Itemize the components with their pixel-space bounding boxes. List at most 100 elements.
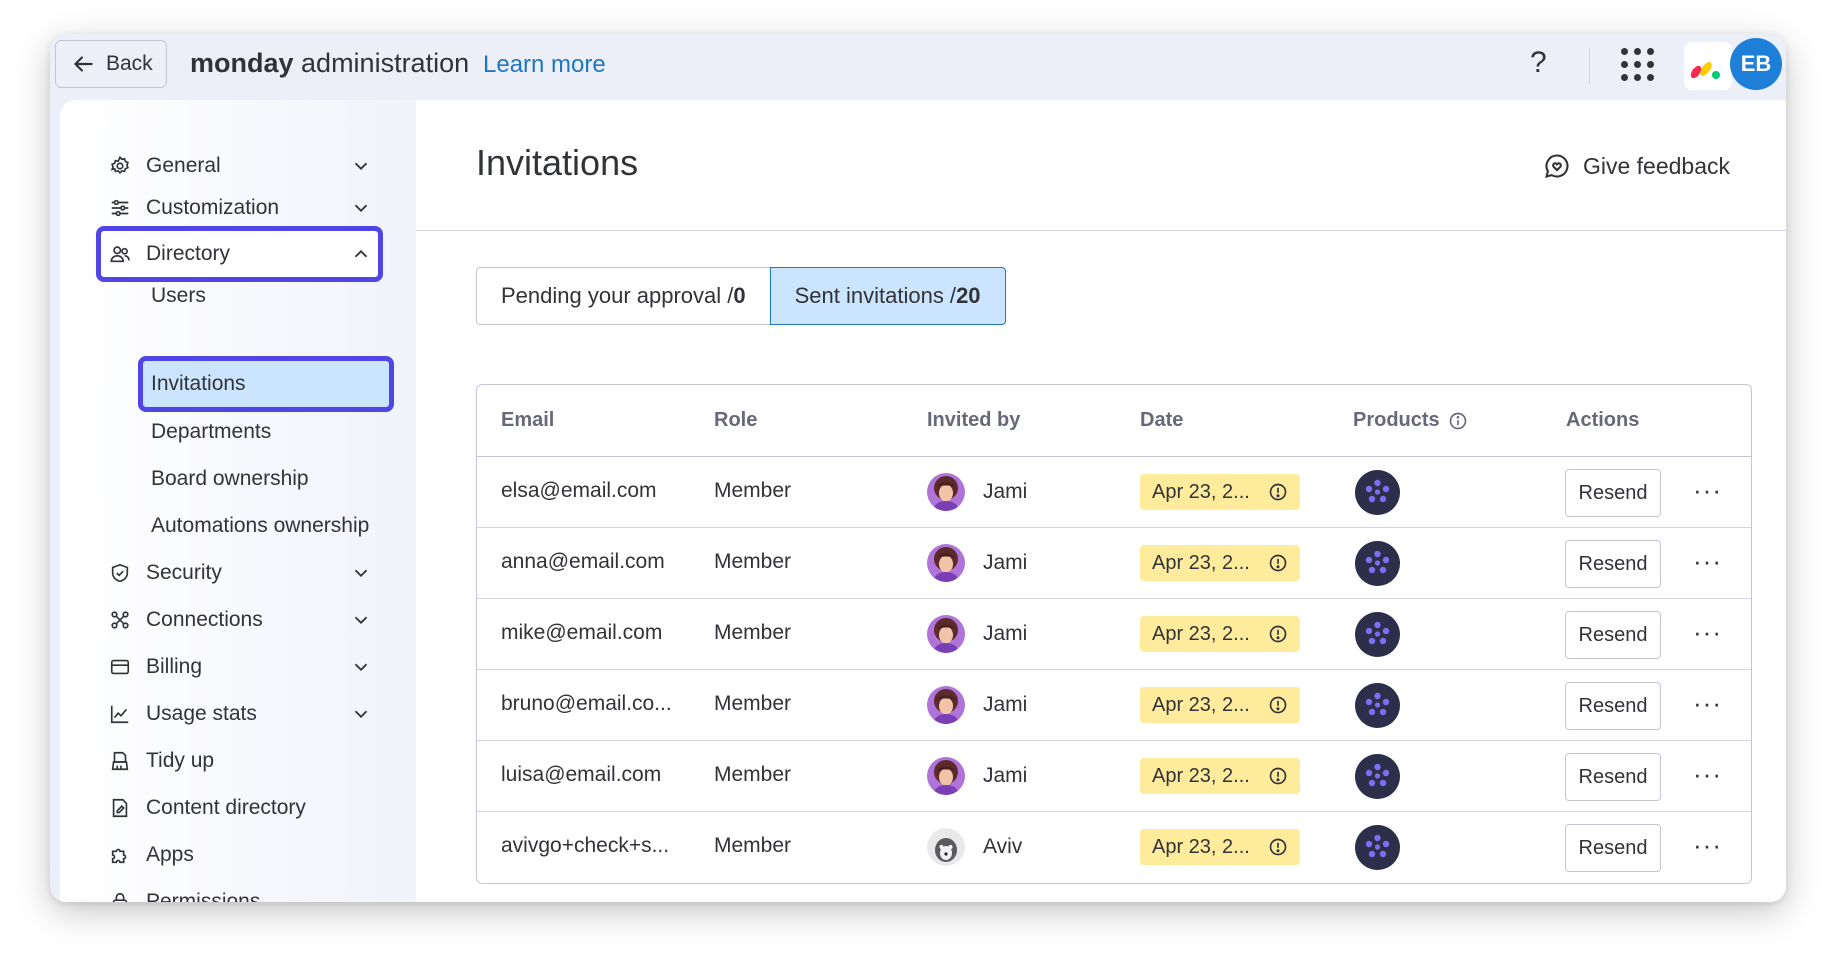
date-badge[interactable]: Apr 23, 2... — [1140, 474, 1300, 510]
more-actions-icon[interactable]: ··· — [1693, 546, 1722, 577]
chevron-up-icon[interactable] — [350, 243, 372, 265]
table-row: bruno@email.co... Member Jami Apr 23, 2.… — [477, 670, 1751, 741]
more-actions-icon[interactable]: ··· — [1693, 475, 1722, 506]
tab-pending-approval[interactable]: Pending your approval /0 — [476, 267, 770, 325]
date-badge[interactable]: Apr 23, 2... — [1140, 687, 1300, 723]
role-cell[interactable]: Member — [714, 692, 791, 716]
avatar[interactable] — [927, 828, 965, 866]
role-cell[interactable]: Member — [714, 621, 791, 645]
chevron-down-icon[interactable] — [350, 562, 372, 584]
help-icon[interactable]: ? — [1530, 46, 1547, 80]
arrow-left-icon — [74, 56, 93, 72]
column-header-products[interactable]: Products — [1353, 409, 1468, 432]
invited-by-cell: Jami — [927, 615, 1027, 653]
inviter-name: Jami — [983, 764, 1028, 787]
product-icon — [1355, 612, 1400, 657]
table-header: Email Role Invited by Date Products Acti… — [477, 385, 1751, 457]
table-row: avivgo+check+s... Member Aviv Apr 23, 2.… — [477, 812, 1751, 883]
apps-grid-icon[interactable] — [1621, 48, 1655, 82]
column-header-invited-by[interactable]: Invited by — [927, 409, 1020, 432]
sidebar-item-usage-stats[interactable]: Usage stats — [108, 696, 257, 732]
chevron-down-icon[interactable] — [350, 703, 372, 725]
warning-circle-icon — [1269, 838, 1287, 856]
sidebar-subitem-automations-ownership[interactable]: Automations ownership — [151, 508, 369, 544]
people-icon — [108, 242, 132, 266]
more-actions-icon[interactable]: ··· — [1693, 617, 1722, 648]
sidebar-item-tidy-up[interactable]: Tidy up — [108, 743, 214, 779]
chevron-down-icon[interactable] — [350, 155, 372, 177]
top-bar: Back monday administration Learn more ? … — [50, 34, 1786, 100]
date-badge[interactable]: Apr 23, 2... — [1140, 758, 1300, 794]
column-header-date[interactable]: Date — [1140, 409, 1183, 432]
resend-button[interactable]: Resend — [1565, 824, 1661, 872]
warning-circle-icon — [1269, 483, 1287, 501]
main-content: Invitations Give feedback Pending your a… — [416, 100, 1786, 902]
inviter-name: Jami — [983, 551, 1028, 574]
monday-logo-icon[interactable] — [1684, 42, 1732, 90]
invited-by-cell: Aviv — [927, 828, 1022, 866]
sidebar-subitem-invitations[interactable]: Invitations — [151, 366, 246, 402]
sidebar-item-billing[interactable]: Billing — [108, 649, 202, 685]
user-avatar[interactable]: EB — [1730, 38, 1782, 90]
date-badge[interactable]: Apr 23, 2... — [1140, 616, 1300, 652]
sidebar-item-security[interactable]: Security — [108, 555, 222, 591]
more-actions-icon[interactable]: ··· — [1693, 759, 1722, 790]
learn-more-link[interactable]: Learn more — [483, 51, 606, 79]
more-actions-icon[interactable]: ··· — [1693, 688, 1722, 719]
sidebar-subitem-departments[interactable]: Departments — [151, 414, 271, 450]
role-cell[interactable]: Member — [714, 550, 791, 574]
product-icon — [1355, 754, 1400, 799]
chevron-down-icon[interactable] — [350, 197, 372, 219]
avatar[interactable] — [927, 757, 965, 795]
lock-icon — [108, 890, 132, 902]
chart-icon — [108, 702, 132, 726]
sidebar-item-permissions[interactable]: Permissions — [108, 884, 260, 902]
gear-icon — [108, 154, 132, 178]
sidebar-item-content-directory[interactable]: Content directory — [108, 790, 306, 826]
sidebar: General Customization Directory Users In… — [60, 100, 416, 902]
chevron-down-icon[interactable] — [350, 656, 372, 678]
date-badge[interactable]: Apr 23, 2... — [1140, 545, 1300, 581]
give-feedback-button[interactable]: Give feedback — [1543, 152, 1730, 180]
product-icon — [1355, 470, 1400, 515]
email-cell: avivgo+check+s... — [501, 834, 670, 857]
resend-button[interactable]: Resend — [1565, 753, 1661, 801]
column-header-actions: Actions — [1566, 409, 1640, 431]
resend-button[interactable]: Resend — [1565, 611, 1661, 659]
table-row: luisa@email.com Member Jami Apr 23, 2...… — [477, 741, 1751, 812]
role-cell[interactable]: Member — [714, 763, 791, 787]
sidebar-item-general[interactable]: General — [108, 148, 221, 184]
broom-icon — [108, 749, 132, 773]
sidebar-item-connections[interactable]: Connections — [108, 602, 263, 638]
sidebar-item-apps[interactable]: Apps — [108, 837, 194, 873]
inviter-name: Jami — [983, 622, 1028, 645]
column-header-role[interactable]: Role — [714, 409, 757, 432]
sidebar-subitem-board-ownership[interactable]: Board ownership — [151, 461, 309, 497]
email-cell: luisa@email.com — [501, 763, 662, 786]
sidebar-item-directory[interactable]: Directory — [108, 236, 230, 272]
avatar[interactable] — [927, 473, 965, 511]
column-header-email[interactable]: Email — [501, 409, 554, 432]
role-cell[interactable]: Member — [714, 479, 791, 503]
tab-sent-invitations[interactable]: Sent invitations /20 — [769, 267, 1006, 325]
sidebar-subitem-users[interactable]: Users — [151, 278, 206, 314]
back-button[interactable]: Back — [55, 40, 167, 88]
avatar[interactable] — [927, 686, 965, 724]
warning-circle-icon — [1269, 554, 1287, 572]
resend-button[interactable]: Resend — [1565, 469, 1661, 517]
resend-button[interactable]: Resend — [1565, 540, 1661, 588]
document-icon — [108, 796, 132, 820]
avatar[interactable] — [927, 615, 965, 653]
chat-heart-icon — [1544, 154, 1569, 178]
sidebar-item-customization[interactable]: Customization — [108, 190, 279, 226]
divider — [1589, 48, 1590, 84]
more-actions-icon[interactable]: ··· — [1693, 830, 1722, 861]
credit-card-icon — [108, 655, 132, 679]
info-icon[interactable] — [1448, 411, 1468, 431]
resend-button[interactable]: Resend — [1565, 682, 1661, 730]
product-icon — [1355, 541, 1400, 586]
date-badge[interactable]: Apr 23, 2... — [1140, 829, 1300, 865]
chevron-down-icon[interactable] — [350, 609, 372, 631]
role-cell[interactable]: Member — [714, 834, 791, 858]
avatar[interactable] — [927, 544, 965, 582]
